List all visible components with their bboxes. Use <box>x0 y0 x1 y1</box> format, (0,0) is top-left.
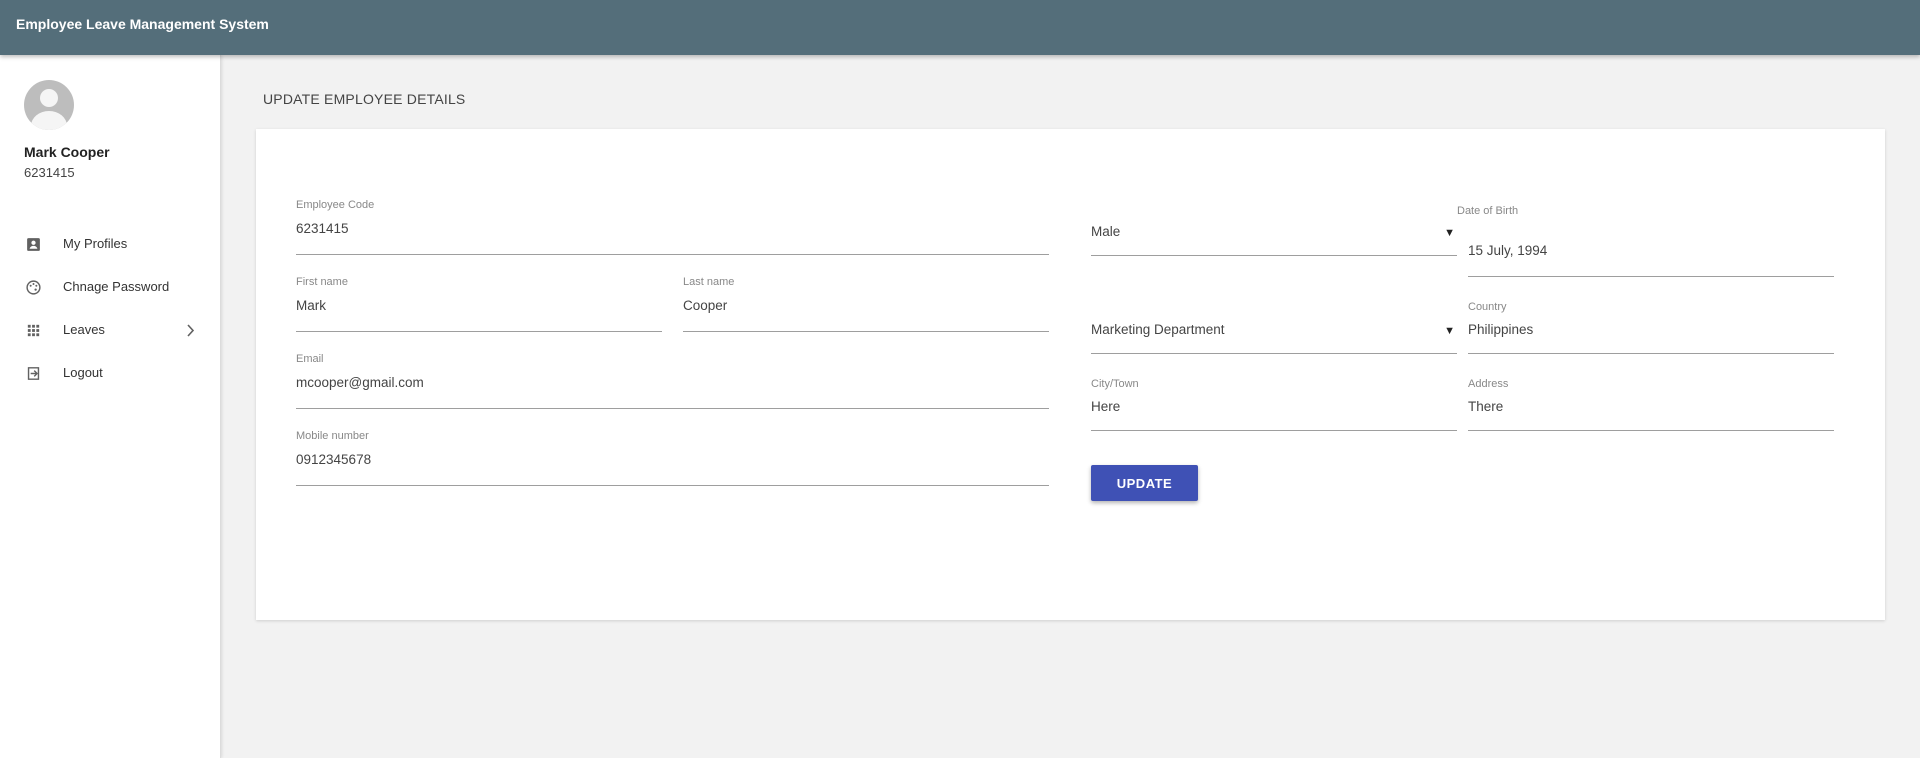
profile-card-icon <box>27 238 40 251</box>
employee-code-value: 6231415 <box>296 221 349 236</box>
sidebar-item-label: Leaves <box>63 322 105 337</box>
update-button[interactable]: UPDATE <box>1091 465 1198 501</box>
country-field[interactable]: Country Philippines <box>1468 301 1834 354</box>
sidebar-item-label: Chnage Password <box>63 279 170 294</box>
gender-select[interactable]: Male ▼ <box>1091 223 1457 256</box>
dropdown-arrow-icon: ▼ <box>1444 325 1455 337</box>
first-name-value: Mark <box>296 298 326 313</box>
department-value: Marketing Department <box>1091 322 1225 337</box>
page-title: UPDATE EMPLOYEE DETAILS <box>263 91 466 107</box>
logout-icon <box>27 367 40 380</box>
country-value: Philippines <box>1468 322 1534 337</box>
employee-code-field[interactable]: Employee Code 6231415 <box>296 199 1049 255</box>
employee-form-card: Employee Code 6231415 First name Mark La… <box>256 129 1885 620</box>
sidebar-item-label: Logout <box>63 365 103 380</box>
mobile-number-value: 0912345678 <box>296 452 372 467</box>
sidebar-item-label: My Profiles <box>63 236 128 251</box>
email-label: Email <box>296 353 324 365</box>
last-name-label: Last name <box>683 276 735 288</box>
user-code: 6231415 <box>24 165 75 180</box>
mobile-number-field[interactable]: Mobile number 0912345678 <box>296 430 1049 486</box>
date-of-birth-value: 15 July, 1994 <box>1468 243 1548 258</box>
email-value: mcooper@gmail.com <box>296 375 424 390</box>
city-town-field[interactable]: City/Town Here <box>1091 378 1457 431</box>
apps-grid-icon <box>27 324 40 337</box>
app-title: Employee Leave Management System <box>16 16 269 32</box>
sidebar-item-my-profiles[interactable]: My Profiles <box>0 226 220 262</box>
city-town-value: Here <box>1091 399 1121 414</box>
address-field[interactable]: Address There <box>1468 378 1834 431</box>
first-name-label: First name <box>296 276 348 288</box>
department-select[interactable]: Marketing Department ▼ <box>1091 321 1457 354</box>
last-name-field[interactable]: Last name Cooper <box>683 276 1049 332</box>
avatar <box>24 80 74 130</box>
date-of-birth-label: Date of Birth <box>1457 205 1519 217</box>
address-value: There <box>1468 399 1504 414</box>
top-app-bar: Employee Leave Management System <box>0 0 1920 55</box>
sidebar-item-logout[interactable]: Logout <box>0 355 220 391</box>
address-label: Address <box>1468 378 1509 390</box>
city-town-label: City/Town <box>1091 378 1139 390</box>
sidebar: Mark Cooper 6231415 My Profiles Chnage P… <box>0 55 221 758</box>
sidebar-item-leaves[interactable]: Leaves <box>0 312 220 348</box>
gender-value: Male <box>1091 224 1121 239</box>
chevron-right-icon <box>187 324 195 337</box>
first-name-field[interactable]: First name Mark <box>296 276 662 332</box>
mobile-number-label: Mobile number <box>296 430 369 442</box>
sidebar-item-change-password[interactable]: Chnage Password <box>0 269 220 305</box>
email-field[interactable]: Email mcooper@gmail.com <box>296 353 1049 409</box>
last-name-value: Cooper <box>683 298 728 313</box>
palette-icon <box>26 280 41 295</box>
country-label: Country <box>1468 301 1507 313</box>
dropdown-arrow-icon: ▼ <box>1444 227 1455 239</box>
employee-code-label: Employee Code <box>296 199 375 211</box>
date-of-birth-field[interactable]: Date of Birth 15 July, 1994 <box>1457 205 1834 277</box>
user-name: Mark Cooper <box>24 144 110 160</box>
